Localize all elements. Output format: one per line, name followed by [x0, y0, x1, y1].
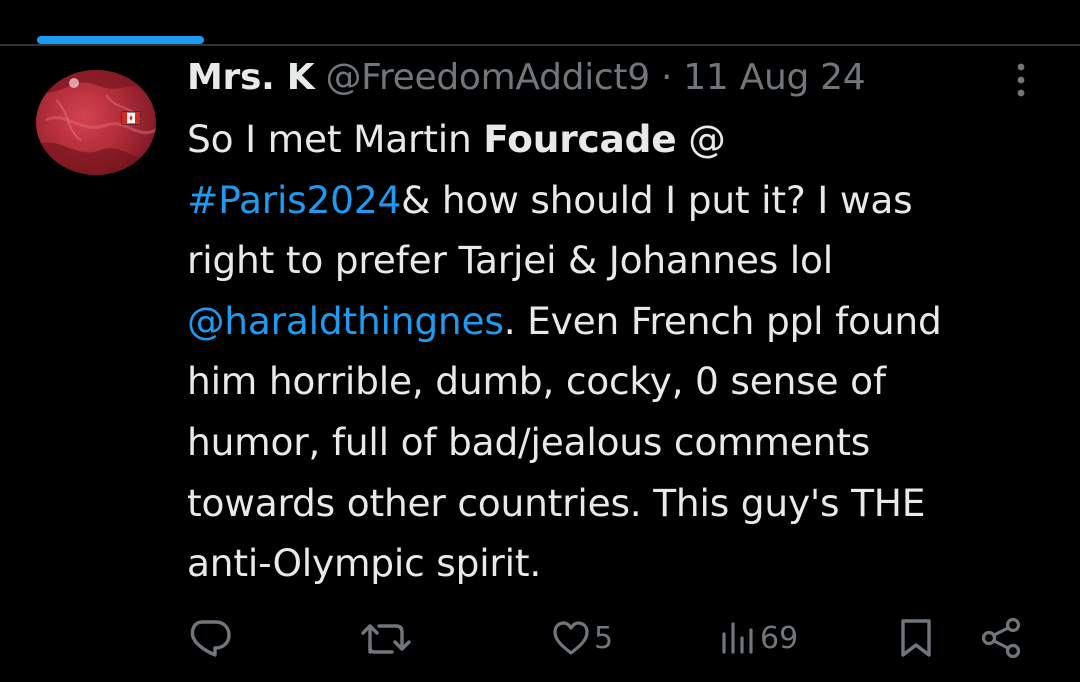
mention-link[interactable]: @haraldthingnes [187, 299, 504, 343]
avatar[interactable] [36, 70, 156, 175]
tweet-line-2: #Paris2024& how should I put it? I was [187, 170, 1057, 231]
like-button[interactable]: 5 [552, 606, 613, 670]
tweet-line-3: right to prefer Tarjei & Johannes lol [187, 238, 833, 283]
tweet-line-4: @haraldthingnes. Even French ppl found [187, 291, 1057, 352]
like-count: 5 [594, 620, 614, 656]
text-fragment: . Even French ppl found [503, 298, 942, 343]
reply-icon [188, 618, 232, 658]
top-tab-bar [0, 0, 1080, 48]
hashtag-link[interactable]: #Paris2024 [187, 178, 401, 222]
action-bar: 5 69 [0, 606, 1080, 670]
tweet-line-1: So I met Martin Fourcade @ [187, 109, 1057, 170]
author-name[interactable]: Mrs. K [187, 57, 315, 98]
heart-icon [552, 620, 590, 656]
share-icon [980, 617, 1024, 659]
views-button[interactable]: 69 [720, 606, 798, 670]
tweet-text: So I met Martin Fourcade @ #Paris2024& h… [187, 109, 1057, 594]
header-separator: · [660, 57, 673, 98]
tweet-date[interactable]: 11 Aug 24 [683, 57, 865, 98]
retweet-icon [360, 618, 414, 658]
bold-name: Fourcade [483, 117, 677, 161]
bookmark-button[interactable] [898, 606, 934, 670]
tweet-header: Mrs. K @FreedomAddict9 · 11 Aug 24 [187, 56, 866, 100]
text-fragment: & how should I put it? I was [401, 177, 913, 222]
retweet-button[interactable] [360, 606, 414, 670]
tweet-line-8: anti-Olympic spirit. [187, 541, 542, 586]
views-count: 69 [760, 620, 799, 656]
tweet-line-5: him horrible, dumb, cocky, 0 sense of [187, 359, 886, 404]
author-handle[interactable]: @FreedomAddict9 [325, 57, 650, 98]
share-button[interactable] [980, 606, 1024, 670]
tweet-line-6: humor, full of bad/jealous comments [187, 419, 871, 464]
active-tab-indicator [37, 36, 204, 44]
views-icon [720, 620, 756, 656]
bookmark-icon [898, 617, 934, 659]
more-options-icon[interactable] [1004, 58, 1038, 102]
text-fragment: So I met Martin [187, 117, 484, 161]
tweet-line-7: towards other countries. This guy's THE [187, 480, 926, 525]
reply-button[interactable] [188, 606, 232, 670]
text-fragment: @ [676, 117, 726, 161]
